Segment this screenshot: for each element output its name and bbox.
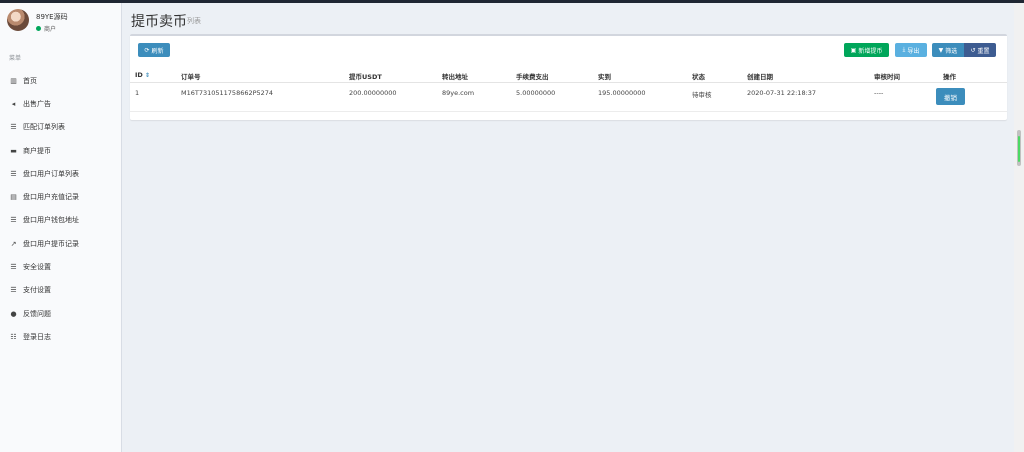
clipboard-icon: ▤ bbox=[10, 193, 17, 202]
refresh-icon: ⟳ bbox=[144, 46, 150, 54]
sidebar-item-user-orders[interactable]: ☰ 盘口用户订单列表 bbox=[0, 162, 121, 185]
sidebar-item-label: 商户提币 bbox=[23, 146, 51, 155]
avatar[interactable] bbox=[7, 9, 29, 31]
list-icon: ☰ bbox=[10, 286, 17, 295]
col-header-action: 操作 bbox=[943, 73, 956, 81]
cell-fee: 5.00000000 bbox=[516, 89, 556, 97]
sidebar-item-feedback[interactable]: ● 反馈问题 bbox=[0, 302, 121, 325]
divider bbox=[130, 111, 1007, 112]
user-status: 商户 bbox=[36, 24, 56, 33]
page-scrollbar[interactable] bbox=[1014, 3, 1024, 452]
sidebar-item-label: 盘口用户钱包地址 bbox=[23, 216, 79, 225]
undo-icon: ↺ bbox=[970, 46, 976, 54]
sidebar-item-payment[interactable]: ☰ 支付设置 bbox=[0, 279, 121, 302]
cell-created: 2020-07-31 22:18:37 bbox=[747, 89, 817, 97]
comment-icon: ● bbox=[10, 309, 17, 318]
sidebar-item-label: 安全设置 bbox=[23, 263, 51, 272]
sidebar-item-label: 盘口用户订单列表 bbox=[23, 169, 79, 178]
sidebar-item-label: 出售广告 bbox=[23, 99, 51, 108]
list-box: ⟳ 刷新 ▣ 新增提币 ⤓ 导出 ▼ 筛选 ↺ 重置 ID ⇕ 订单号 提币USDT 转出地… bbox=[130, 34, 1007, 120]
cell-address: 89ye.com bbox=[442, 89, 475, 97]
sidebar: 89YE源码 商户 菜单 ▥ 首页 ◂ 出售广告 ☰ 匹配订单列表 ▬ 商户提币 ☰ 盘口… bbox=[0, 3, 122, 452]
scrollbar-indicator bbox=[1018, 136, 1020, 162]
sort-icon[interactable]: ⇕ bbox=[145, 72, 150, 79]
online-status-icon bbox=[36, 26, 41, 31]
cell-order-no: M16T7310511758662P5274 bbox=[181, 89, 274, 97]
sidebar-item-label: 首页 bbox=[23, 76, 37, 85]
reset-label: 重置 bbox=[977, 47, 990, 55]
add-withdraw-button[interactable]: ▣ 新增提币 bbox=[844, 43, 889, 57]
external-link-icon: ↗ bbox=[10, 239, 17, 248]
list-icon: ☰ bbox=[10, 263, 17, 272]
save-icon: ▣ bbox=[850, 46, 857, 54]
cell-actual: 195.00000000 bbox=[598, 89, 646, 97]
bullhorn-icon: ◂ bbox=[11, 99, 16, 108]
reset-button[interactable]: ↺ 重置 bbox=[964, 43, 996, 57]
sidebar-item-label: 支付设置 bbox=[23, 286, 51, 295]
revoke-button[interactable]: 撤销 bbox=[936, 88, 965, 105]
user-panel: 89YE源码 商户 bbox=[0, 3, 121, 41]
list-ul-icon: ☷ bbox=[10, 332, 17, 341]
col-header-usdt: 提币USDT bbox=[349, 73, 382, 81]
filter-label: 筛选 bbox=[945, 47, 958, 55]
download-icon: ⤓ bbox=[902, 46, 906, 53]
col-header-actual: 实到 bbox=[598, 73, 611, 81]
sidebar-item-label: 匹配订单列表 bbox=[23, 123, 65, 132]
list-icon: ☰ bbox=[10, 169, 17, 178]
cell-reviewed: ---- bbox=[874, 89, 884, 97]
sidebar-item-security[interactable]: ☰ 安全设置 bbox=[0, 255, 121, 278]
add-label: 新增提币 bbox=[858, 47, 883, 55]
sidebar-item-label: 反馈问题 bbox=[23, 309, 51, 318]
page-title: 提币卖币 bbox=[131, 14, 187, 30]
col-header-status: 状态 bbox=[692, 73, 705, 81]
page-subtitle: 列表 bbox=[187, 17, 201, 25]
sidebar-item-label: 登录日志 bbox=[23, 332, 51, 341]
sidebar-item-sell-ads[interactable]: ◂ 出售广告 bbox=[0, 92, 121, 115]
sidebar-item-user-recharge[interactable]: ▤ 盘口用户充值记录 bbox=[0, 185, 121, 208]
filter-icon: ▼ bbox=[938, 46, 944, 54]
col-header-created: 创建日期 bbox=[747, 73, 773, 81]
col-header-fee: 手续费支出 bbox=[516, 73, 549, 81]
list-icon: ☰ bbox=[10, 123, 17, 132]
chart-icon: ▥ bbox=[10, 76, 17, 85]
col-header-order-no: 订单号 bbox=[181, 73, 201, 81]
user-role: 商户 bbox=[44, 26, 57, 33]
main-content: 提币卖币 列表 ⟳ 刷新 ▣ 新增提币 ⤓ 导出 ▼ 筛选 ↺ 重置 ID ⇕ 订单号 提币… bbox=[123, 3, 1014, 452]
col-header-reviewed: 审核时间 bbox=[874, 73, 900, 81]
divider bbox=[130, 82, 1007, 83]
sidebar-item-merchant-withdraw[interactable]: ▬ 商户提币 bbox=[0, 139, 121, 162]
export-button[interactable]: ⤓ 导出 bbox=[895, 43, 927, 57]
list-icon: ☰ bbox=[10, 216, 17, 225]
export-label: 导出 bbox=[907, 47, 920, 55]
refresh-label: 刷新 bbox=[151, 47, 164, 55]
user-name: 89YE源码 bbox=[36, 13, 68, 21]
sidebar-menu: ▥ 首页 ◂ 出售广告 ☰ 匹配订单列表 ▬ 商户提币 ☰ 盘口用户订单列表 ▤ 盘口用户充… bbox=[0, 69, 121, 349]
sidebar-item-label: 盘口用户充值记录 bbox=[23, 193, 79, 202]
cell-status: 待审核 bbox=[692, 91, 712, 99]
cell-id: 1 bbox=[135, 89, 140, 97]
cell-usdt: 200.00000000 bbox=[349, 89, 397, 97]
credit-card-icon: ▬ bbox=[10, 146, 17, 155]
sidebar-item-home[interactable]: ▥ 首页 bbox=[0, 69, 121, 92]
sidebar-item-matched-orders[interactable]: ☰ 匹配订单列表 bbox=[0, 116, 121, 139]
col-header-id[interactable]: ID ⇕ bbox=[135, 71, 150, 79]
sidebar-item-user-wallets[interactable]: ☰ 盘口用户钱包地址 bbox=[0, 209, 121, 232]
filter-button[interactable]: ▼ 筛选 bbox=[932, 43, 964, 57]
refresh-button[interactable]: ⟳ 刷新 bbox=[138, 43, 170, 57]
sidebar-item-label: 盘口用户提币记录 bbox=[23, 239, 79, 248]
sidebar-item-user-withdraw[interactable]: ↗ 盘口用户提币记录 bbox=[0, 232, 121, 255]
sidebar-item-login-log[interactable]: ☷ 登录日志 bbox=[0, 325, 121, 348]
col-header-address: 转出地址 bbox=[442, 73, 468, 81]
menu-header: 菜单 bbox=[9, 55, 22, 62]
